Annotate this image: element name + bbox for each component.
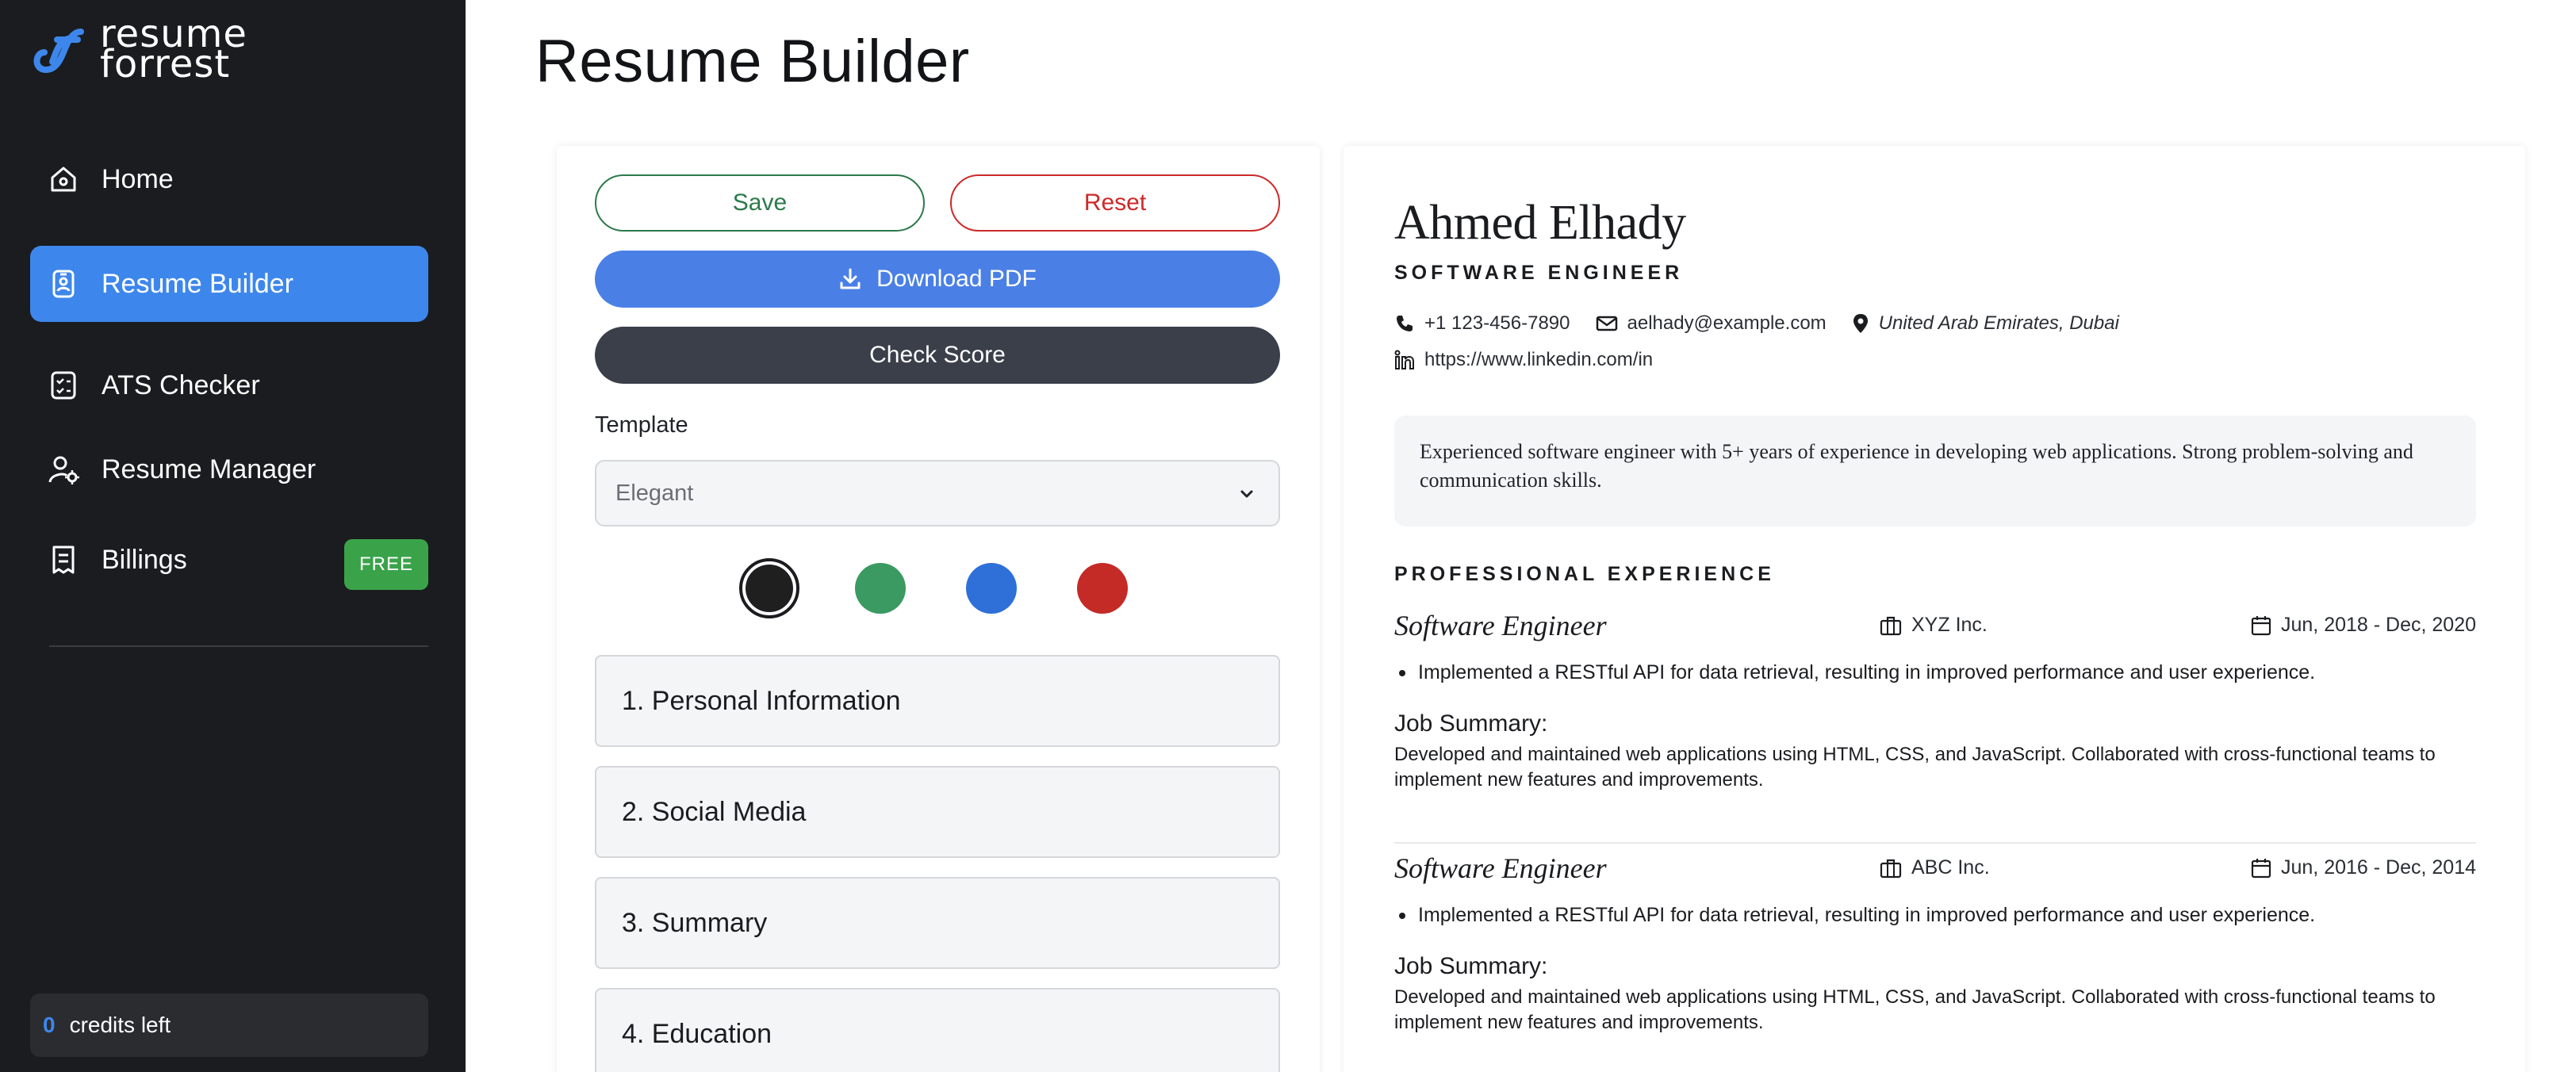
job-dates: Jun, 2018 - Dec, 2020 — [2251, 614, 2476, 637]
job-bullet: Implemented a RESTful API for data retri… — [1399, 661, 2315, 684]
download-icon — [838, 267, 862, 291]
check-score-button[interactable]: Check Score — [595, 327, 1280, 384]
phone-icon — [1394, 313, 1415, 334]
section-personal-information[interactable]: 1. Personal Information — [595, 655, 1280, 747]
location-pin-icon — [1852, 312, 1869, 335]
template-label: Template — [595, 412, 688, 438]
sidebar-item-label: Billings — [102, 544, 187, 575]
receipt-icon — [46, 542, 81, 577]
save-button[interactable]: Save — [595, 174, 925, 232]
page-title: Resume Builder — [535, 28, 970, 95]
sidebar-item-label: Resume Builder — [102, 268, 293, 299]
color-swatch-black[interactable] — [739, 558, 799, 618]
sidebar-item-resume-builder[interactable]: Resume Builder — [30, 246, 428, 322]
job-entry: Software Engineer XYZ Inc. Jun, 2018 - D… — [1394, 609, 2476, 844]
user-gear-icon — [46, 452, 81, 487]
job-summary-text: Developed and maintained web application… — [1394, 744, 2436, 791]
sidebar-item-label: ATS Checker — [102, 369, 260, 400]
download-pdf-label: Download PDF — [876, 266, 1037, 292]
job-bullet-text: Implemented a RESTful API for data retri… — [1418, 904, 2316, 926]
credits-count: 0 — [43, 1013, 56, 1037]
sidebar: resume forrest Home Resume Builder ATS C… — [0, 0, 466, 1072]
job-summary-text: Developed and maintained web application… — [1394, 986, 2436, 1033]
swatch-fill — [746, 565, 793, 612]
editor-panel: Save Reset Download PDF Check Score Temp… — [557, 146, 1320, 1072]
section-social-media[interactable]: 2. Social Media — [595, 766, 1280, 858]
job-company-text: XYZ Inc. — [1911, 614, 1988, 636]
color-swatch-green[interactable] — [855, 563, 906, 614]
calendar-icon — [2251, 615, 2271, 636]
sidebar-item-ats-checker[interactable]: ATS Checker — [30, 347, 428, 423]
job-company: XYZ Inc. — [1880, 614, 1988, 637]
job-company-text: ABC Inc. — [1911, 856, 1990, 879]
free-badge: FREE — [344, 539, 428, 590]
job-dates-text: Jun, 2016 - Dec, 2014 — [2281, 856, 2476, 879]
badge-icon — [46, 266, 81, 301]
home-icon — [46, 162, 81, 197]
contact-row-2: https://www.linkedin.com/in — [1394, 349, 1678, 371]
linkedin-icon — [1394, 350, 1415, 370]
resume-preview: Ahmed Elhady SOFTWARE ENGINEER +1 123-45… — [1344, 146, 2525, 1072]
download-pdf-button[interactable]: Download PDF — [595, 251, 1280, 308]
job-dates: Jun, 2016 - Dec, 2014 — [2251, 856, 2476, 879]
section-summary[interactable]: 3. Summary — [595, 877, 1280, 969]
job-summary-label: Job Summary: — [1394, 710, 1548, 737]
bullet-dot — [1399, 912, 1405, 919]
contact-location-text: United Arab Emirates, Dubai — [1878, 312, 2119, 334]
app-logo[interactable]: resume forrest — [29, 15, 247, 86]
resume-name: Ahmed Elhady — [1394, 196, 1686, 250]
checklist-icon — [46, 368, 81, 403]
contact-location: United Arab Emirates, Dubai — [1852, 312, 2119, 335]
job-summary-label: Job Summary: — [1394, 953, 1548, 979]
color-swatch-red[interactable] — [1077, 563, 1128, 614]
contact-phone: +1 123-456-7890 — [1394, 312, 1570, 335]
logo-mark-icon — [33, 29, 84, 74]
briefcase-icon — [1880, 858, 1902, 879]
reset-button[interactable]: Reset — [950, 174, 1280, 232]
job-dates-text: Jun, 2018 - Dec, 2020 — [2281, 614, 2476, 636]
sidebar-item-label: Resume Manager — [102, 454, 316, 484]
contact-linkedin: https://www.linkedin.com/in — [1394, 349, 1653, 371]
contact-linkedin-text[interactable]: https://www.linkedin.com/in — [1424, 349, 1653, 371]
contact-phone-text: +1 123-456-7890 — [1424, 312, 1570, 334]
job-company: ABC Inc. — [1880, 856, 1990, 879]
color-swatch-blue[interactable] — [966, 563, 1017, 614]
credits-indicator: 0 credits left — [30, 994, 428, 1057]
sidebar-item-label: Home — [102, 163, 174, 194]
contact-email-text: aelhady@example.com — [1627, 312, 1827, 334]
job-divider — [1394, 842, 2476, 844]
mail-icon — [1596, 314, 1618, 333]
section-education[interactable]: 4. Education — [595, 988, 1280, 1072]
template-select[interactable]: Elegant — [595, 460, 1280, 526]
job-entry: Software Engineer ABC Inc. Jun, 2016 - D… — [1394, 852, 2476, 1072]
calendar-icon — [2251, 858, 2271, 879]
sidebar-item-resume-manager[interactable]: Resume Manager — [30, 431, 428, 507]
job-bullet-text: Implemented a RESTful API for data retri… — [1418, 661, 2316, 683]
logo-line-2: forrest — [100, 42, 231, 86]
color-swatches — [739, 558, 1136, 618]
resume-summary: Experienced software engineer with 5+ ye… — [1394, 415, 2476, 526]
resume-role: SOFTWARE ENGINEER — [1394, 262, 1684, 284]
contact-row: +1 123-456-7890 aelhady@example.com Unit… — [1394, 312, 2145, 335]
experience-heading: PROFESSIONAL EXPERIENCE — [1394, 563, 1775, 585]
credits-label: credits left — [69, 1013, 171, 1037]
bullet-dot — [1399, 669, 1405, 676]
sidebar-item-home[interactable]: Home — [30, 141, 428, 217]
sidebar-item-billings[interactable]: Billings FREE — [30, 522, 428, 598]
chevron-down-icon — [1237, 484, 1256, 510]
job-title: Software Engineer — [1394, 852, 1607, 884]
sidebar-divider — [49, 645, 428, 647]
job-title: Software Engineer — [1394, 610, 1607, 641]
job-bullet: Implemented a RESTful API for data retri… — [1399, 904, 2315, 927]
contact-email: aelhady@example.com — [1596, 312, 1827, 335]
logo-text: resume forrest — [100, 15, 247, 86]
briefcase-icon — [1880, 615, 1902, 636]
template-select-value: Elegant — [615, 480, 694, 506]
